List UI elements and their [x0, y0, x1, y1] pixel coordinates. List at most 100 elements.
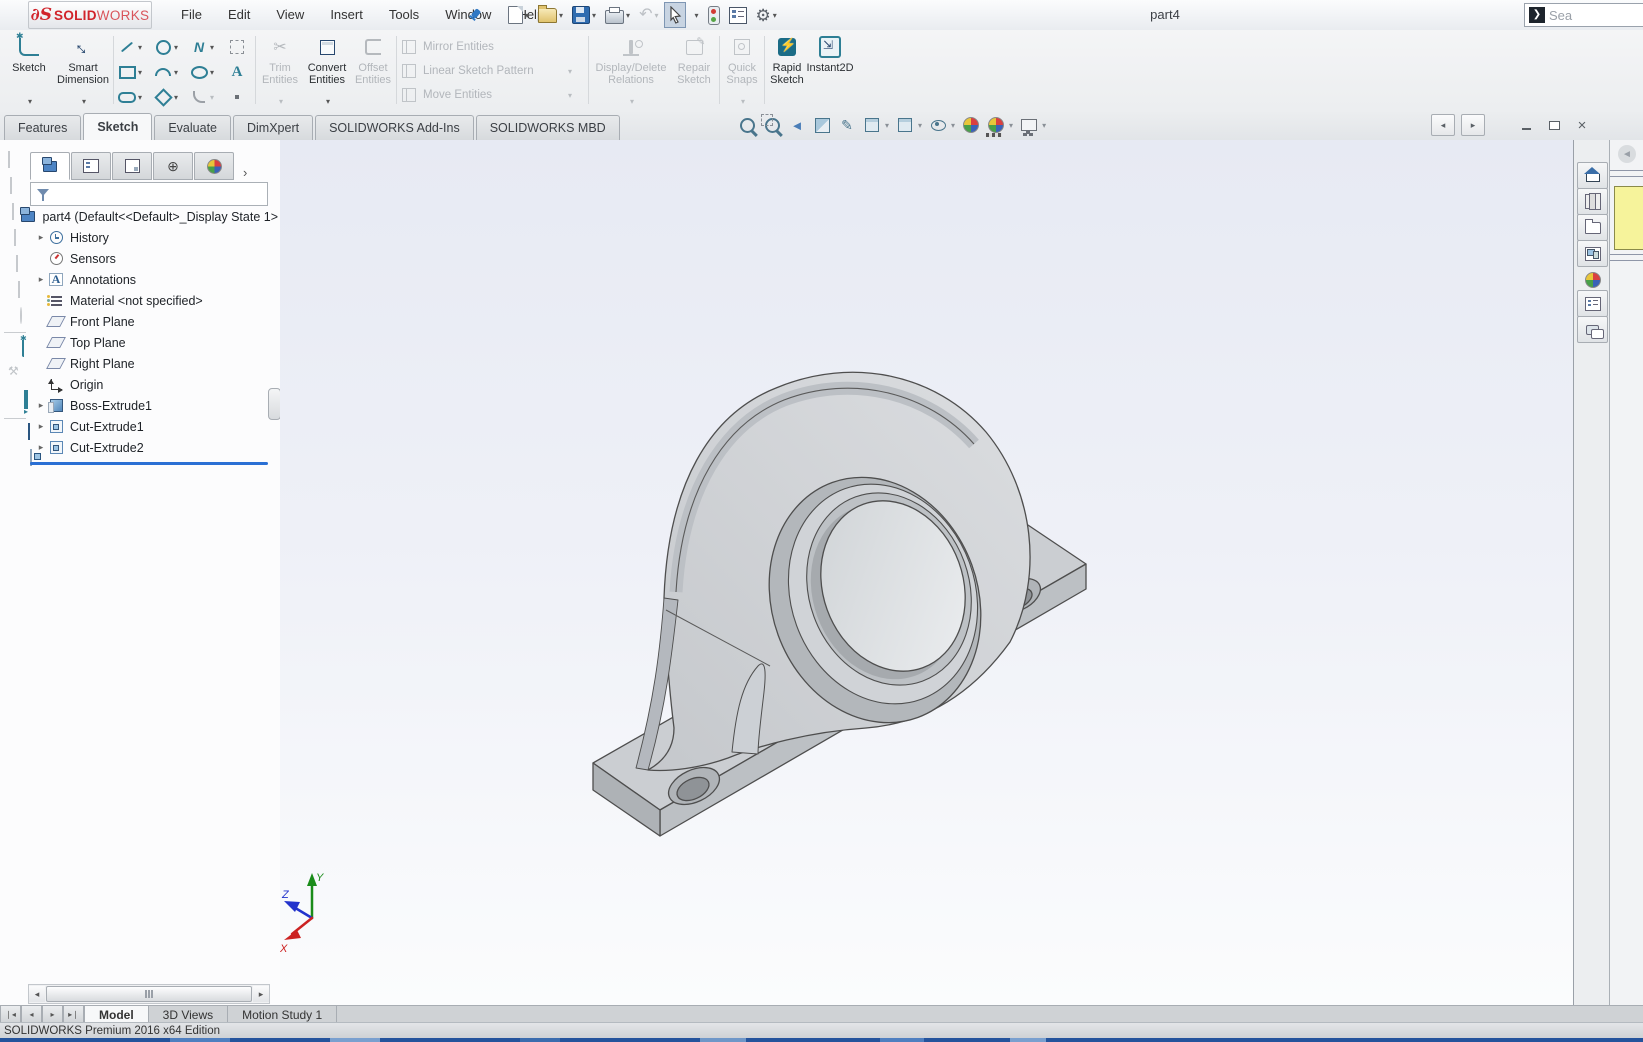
first-tab-nav-button[interactable]: ❘◂	[0, 1006, 21, 1023]
tree-item-right-plane[interactable]: Right Plane	[0, 353, 278, 374]
appearances-tab[interactable]	[1577, 266, 1608, 293]
trim-box-tool-button[interactable]	[228, 38, 246, 56]
tab-solidworks-add-ins[interactable]: SOLIDWORKS Add-Ins	[315, 115, 474, 140]
graphics-area[interactable]: Y Z X	[280, 140, 1573, 1005]
apply-scene-caret-icon[interactable]	[1009, 121, 1013, 130]
custom-properties-tab[interactable]	[1577, 290, 1608, 317]
tree-horizontal-scrollbar[interactable]: ◂ ▸	[28, 984, 270, 1004]
previous-window-button[interactable]: ◂	[1431, 114, 1455, 136]
tab-motion-study-1[interactable]: Motion Study 1	[228, 1006, 338, 1023]
tab-sketch[interactable]: Sketch	[83, 113, 153, 140]
tree-item-annotations[interactable]: A Annotations	[0, 269, 278, 290]
display-style-caret-icon[interactable]	[918, 121, 922, 130]
rollback-bar[interactable]	[30, 462, 268, 465]
fillet-tool-button[interactable]	[190, 88, 214, 106]
view-cube-icon-2[interactable]	[10, 177, 12, 194]
tree-filter-box[interactable]	[30, 182, 268, 206]
save-button[interactable]	[569, 2, 599, 28]
tree-item-top-plane[interactable]: Top Plane	[0, 332, 278, 353]
slot-tool-button[interactable]	[118, 88, 142, 106]
tab-solidworks-mbd[interactable]: SOLIDWORKS MBD	[475, 115, 620, 140]
prev-tab-nav-button[interactable]: ◂	[21, 1006, 42, 1023]
view-cube-icon-1[interactable]	[8, 151, 10, 168]
pin-menu-icon[interactable]	[468, 8, 482, 22]
tree-root-part[interactable]: part4 (Default<<Default>_Display State 1…	[0, 206, 278, 227]
polygon-tool-button[interactable]	[153, 87, 178, 107]
scroll-left-arrow-icon[interactable]: ◂	[29, 986, 45, 1002]
last-tab-nav-button[interactable]: ▸❘	[63, 1006, 84, 1023]
tree-item-front-plane[interactable]: Front Plane	[0, 311, 278, 332]
tree-item-sensors[interactable]: Sensors	[0, 248, 278, 269]
interference-check-button[interactable]	[705, 2, 723, 28]
tab-display-manager[interactable]	[194, 152, 234, 180]
rectangle-tool-button[interactable]	[118, 63, 142, 81]
menu-view[interactable]: View	[263, 0, 317, 29]
arc-tool-button[interactable]	[154, 63, 178, 81]
text-tool-button[interactable]: A	[228, 63, 246, 81]
menu-file[interactable]: File	[168, 0, 215, 29]
tab-evaluate[interactable]: Evaluate	[154, 115, 231, 140]
line-tool-button[interactable]	[118, 38, 142, 56]
instant2d-button[interactable]: Instant2D	[806, 32, 854, 108]
tree-item-cut-extrude1[interactable]: Cut-Extrude1	[0, 416, 278, 437]
settings-button[interactable]	[753, 2, 780, 28]
options-list-button[interactable]	[726, 2, 750, 28]
tree-item-history[interactable]: History	[0, 227, 278, 248]
apply-scene-button[interactable]	[984, 113, 1008, 137]
open-file-caret-icon[interactable]	[559, 11, 563, 20]
hide-show-caret-icon[interactable]	[951, 121, 955, 130]
tree-item-material[interactable]: Material <not specified>	[0, 290, 278, 311]
sketch-visibility-button[interactable]	[835, 113, 859, 137]
scrollbar-thumb[interactable]	[46, 986, 252, 1002]
scroll-right-arrow-icon[interactable]: ▸	[253, 986, 269, 1002]
save-caret-icon[interactable]	[592, 11, 596, 20]
expand-arrow-icon[interactable]	[34, 274, 48, 285]
back-arrow-icon[interactable]: ◄	[1618, 145, 1636, 163]
search-box[interactable]: Sea	[1524, 3, 1643, 27]
menu-edit[interactable]: Edit	[215, 0, 263, 29]
tab-feature-tree[interactable]	[30, 152, 70, 180]
next-window-button[interactable]: ▸	[1461, 114, 1485, 136]
next-tab-nav-button[interactable]: ▸	[42, 1006, 63, 1023]
convert-entities-button[interactable]: Convert Entities	[303, 32, 351, 108]
view-palette-tab[interactable]	[1577, 240, 1608, 267]
open-file-button[interactable]	[535, 2, 566, 28]
undo-button[interactable]	[636, 2, 661, 28]
print-button[interactable]	[602, 2, 633, 28]
display-style-button[interactable]	[893, 113, 917, 137]
tab-configuration-manager[interactable]	[112, 152, 152, 180]
menu-tools[interactable]: Tools	[376, 0, 432, 29]
zoom-to-area-button[interactable]	[760, 113, 784, 137]
smart-dimension-button[interactable]: Smart Dimension	[54, 32, 112, 108]
zoom-to-fit-button[interactable]	[735, 113, 759, 137]
smart-dimension-caret-icon[interactable]	[82, 97, 86, 106]
expand-arrow-icon[interactable]	[34, 400, 48, 411]
new-file-caret-icon[interactable]	[525, 11, 529, 20]
point-tool-button[interactable]	[228, 88, 246, 106]
forum-tab[interactable]	[1577, 316, 1608, 343]
tab-dimxpert[interactable]: DimXpert	[233, 115, 314, 140]
tab-model[interactable]: Model	[84, 1006, 149, 1023]
menu-insert[interactable]: Insert	[317, 0, 376, 29]
expand-arrow-icon[interactable]	[34, 442, 48, 453]
close-button[interactable]: ×	[1571, 115, 1593, 135]
select-caret-button[interactable]	[689, 2, 701, 28]
view-orientation-button[interactable]	[860, 113, 884, 137]
sketch-caret-icon[interactable]	[28, 97, 32, 106]
select-tool-button[interactable]	[664, 2, 687, 28]
tree-item-origin[interactable]: Origin	[0, 374, 278, 395]
restore-button[interactable]	[1543, 115, 1565, 135]
rapid-sketch-button[interactable]: Rapid Sketch	[768, 32, 806, 108]
section-view-button[interactable]	[810, 113, 834, 137]
tab-features[interactable]: Features	[4, 115, 82, 140]
previous-view-button[interactable]	[785, 113, 809, 137]
expand-arrow-icon[interactable]	[34, 421, 48, 432]
circle-tool-button[interactable]	[154, 38, 178, 56]
tab-3d-views[interactable]: 3D Views	[148, 1006, 229, 1023]
file-explorer-tab[interactable]	[1577, 214, 1608, 241]
home-tab[interactable]	[1577, 162, 1608, 189]
sketch-button[interactable]: Sketch	[6, 31, 52, 108]
hide-show-items-button[interactable]	[926, 113, 950, 137]
tab-property-manager[interactable]	[71, 152, 111, 180]
print-caret-icon[interactable]	[626, 11, 630, 20]
